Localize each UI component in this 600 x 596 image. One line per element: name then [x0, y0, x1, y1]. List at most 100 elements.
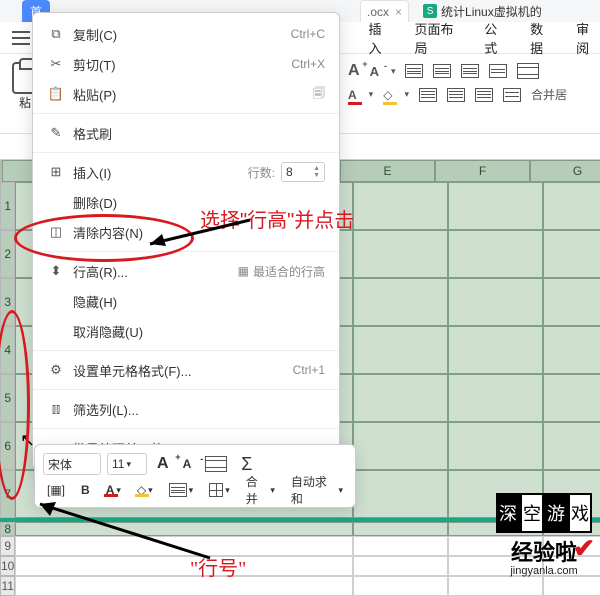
ribbon-tab-data[interactable]: 数据: [530, 19, 554, 57]
align-icon[interactable]: ▾: [165, 483, 198, 497]
eraser-icon: ◫: [45, 224, 67, 240]
menu-delete[interactable]: 删除(D): [33, 187, 339, 217]
align-right-icon[interactable]: [475, 88, 493, 102]
autosum-button[interactable]: 自动求和▾: [287, 473, 347, 507]
rows-stepper[interactable]: 8▲▼: [281, 162, 325, 182]
ribbon-tab-formula[interactable]: 公式: [484, 19, 508, 57]
menu-insert[interactable]: ⊞ 插入(I) 行数: 8▲▼: [33, 157, 339, 187]
fill-color-icon[interactable]: ◇▾: [133, 483, 157, 497]
menu-copy[interactable]: ⧉ 复制(C) Ctrl+C: [33, 19, 339, 49]
border-icon[interactable]: ▾: [205, 483, 234, 497]
chevron-down-icon[interactable]: ▾: [391, 66, 396, 77]
align-bottom-icon[interactable]: [461, 64, 479, 78]
menu-copy-shortcut: Ctrl+C: [291, 27, 325, 41]
row-header-6[interactable]: 6: [0, 422, 15, 470]
menu-cell-format[interactable]: ⚙ 设置单元格格式(F)... Ctrl+1: [33, 355, 339, 385]
col-header-g[interactable]: G: [530, 160, 600, 182]
menu-cut-shortcut: Ctrl+X: [291, 57, 325, 71]
wrap-icon[interactable]: [489, 64, 507, 78]
menu-format-painter[interactable]: ✎ 格式刷: [33, 118, 339, 148]
rows-value: 8: [286, 165, 293, 179]
hamburger-icon[interactable]: [12, 31, 30, 45]
watermark-logo: 深 空 游 戏: [496, 493, 592, 533]
menu-filter[interactable]: ⫾⫾ 筛选列(L)...: [33, 394, 339, 424]
tab-doc-ext: .ocx: [367, 5, 389, 19]
row-header-7[interactable]: 7: [0, 470, 15, 518]
row-header-2[interactable]: 2: [0, 230, 15, 278]
menu-cell-format-shortcut: Ctrl+1: [293, 363, 325, 377]
align-center-icon[interactable]: [447, 88, 465, 102]
menu-row-height[interactable]: ⬍ 行高(R)... ▦最适合的行高: [33, 256, 339, 286]
menu-cut[interactable]: ✂ 剪切(T) Ctrl+X: [33, 49, 339, 79]
merge-label[interactable]: 合并居: [531, 86, 567, 103]
row-header-3[interactable]: 3: [0, 278, 15, 326]
cursor-icon: ↖: [20, 430, 35, 451]
font-color-icon[interactable]: A▾: [102, 483, 125, 497]
menu-cut-label: 剪切(T): [73, 55, 291, 74]
row-header-9[interactable]: 9: [0, 536, 15, 556]
row-header-5[interactable]: 5: [0, 374, 15, 422]
merge-icon[interactable]: [517, 63, 539, 79]
align-top-icon[interactable]: [405, 64, 423, 78]
brush-icon: ✎: [45, 125, 67, 141]
ribbon-tab-insert[interactable]: 插入: [369, 19, 393, 57]
align-middle-icon[interactable]: [433, 64, 451, 78]
format-cells-icon[interactable]: [▦]: [43, 483, 69, 497]
wps-s-badge-icon: S: [423, 4, 437, 18]
filter-icon: ⫾⫾: [45, 401, 67, 417]
scissors-icon: ✂: [45, 56, 67, 72]
col-header-f[interactable]: F: [435, 160, 530, 182]
merge-button[interactable]: 合并▾: [242, 473, 279, 507]
row-header-10[interactable]: 10: [0, 556, 15, 576]
paste-options-icon[interactable]: 🗐: [313, 84, 325, 105]
rows-label: 行数:: [248, 164, 275, 181]
menu-hide[interactable]: 隐藏(H): [33, 286, 339, 316]
font-color-icon[interactable]: A: [348, 88, 357, 102]
watermark-brand: 经验啦✔: [511, 535, 577, 567]
row-header-8[interactable]: 8: [0, 522, 15, 536]
menu-unhide[interactable]: 取消隐藏(U): [33, 316, 339, 346]
row-header-4[interactable]: 4: [0, 326, 15, 374]
menu-format-painter-label: 格式刷: [73, 124, 325, 143]
indent-icon[interactable]: [503, 88, 521, 102]
row-header-11[interactable]: 11: [0, 576, 15, 596]
merge-cells-icon[interactable]: [201, 456, 231, 472]
tab-stats-label: 统计Linux虚拟机的: [441, 3, 542, 20]
bold-button[interactable]: B: [77, 483, 94, 497]
ribbon-tab-review[interactable]: 审阅: [576, 19, 600, 57]
best-fit-icon: ▦: [238, 264, 249, 278]
ribbon-tab-pagelayout[interactable]: 页面布局: [414, 19, 462, 57]
font-grow-icon[interactable]: A+: [348, 62, 360, 80]
font-size-combo[interactable]: 11▾: [107, 453, 147, 475]
font-family-combo[interactable]: 宋体: [43, 453, 101, 475]
font-shrink-icon[interactable]: A-: [179, 457, 196, 471]
menu-insert-label: 插入(I): [73, 163, 248, 182]
menu-unhide-label: 取消隐藏(U): [73, 322, 325, 341]
menu-paste[interactable]: 📋 粘贴(P) 🗐: [33, 79, 339, 109]
insert-row-icon: ⊞: [45, 164, 67, 180]
sigma-icon[interactable]: Σ: [237, 454, 256, 475]
row-height-icon: ⬍: [45, 263, 67, 279]
menu-filter-label: 筛选列(L)...: [73, 400, 325, 419]
menu-hide-label: 隐藏(H): [73, 292, 325, 311]
close-icon[interactable]: ×: [395, 5, 402, 19]
menu-delete-label: 删除(D): [73, 193, 325, 212]
menu-clear[interactable]: ◫ 清除内容(N): [33, 217, 339, 247]
paste-label: 粘: [19, 94, 31, 111]
col-header-e[interactable]: E: [340, 160, 435, 182]
row-header-1[interactable]: 1: [0, 182, 15, 230]
context-menu: ⧉ 复制(C) Ctrl+C ✂ 剪切(T) Ctrl+X 📋 粘贴(P) 🗐 …: [32, 12, 340, 470]
menu-best-fit-label[interactable]: 最适合的行高: [253, 263, 325, 280]
gear-icon: ⚙: [45, 362, 67, 378]
copy-icon: ⧉: [45, 26, 67, 42]
font-shrink-icon[interactable]: A-: [370, 64, 379, 79]
menu-copy-label: 复制(C): [73, 25, 291, 44]
align-left-icon[interactable]: [419, 88, 437, 102]
menu-paste-label: 粘贴(P): [73, 85, 313, 104]
row-headers: 1 2 3 4 5 6 7 8 9 10 11: [0, 182, 15, 596]
menu-clear-label: 清除内容(N): [73, 223, 325, 242]
watermark: 深 空 游 戏 经验啦✔ jingyanla.com: [496, 493, 592, 577]
menu-cell-format-label: 设置单元格格式(F)...: [73, 361, 293, 380]
fill-color-icon[interactable]: ◇: [383, 88, 392, 102]
font-grow-icon[interactable]: A+: [153, 455, 173, 473]
